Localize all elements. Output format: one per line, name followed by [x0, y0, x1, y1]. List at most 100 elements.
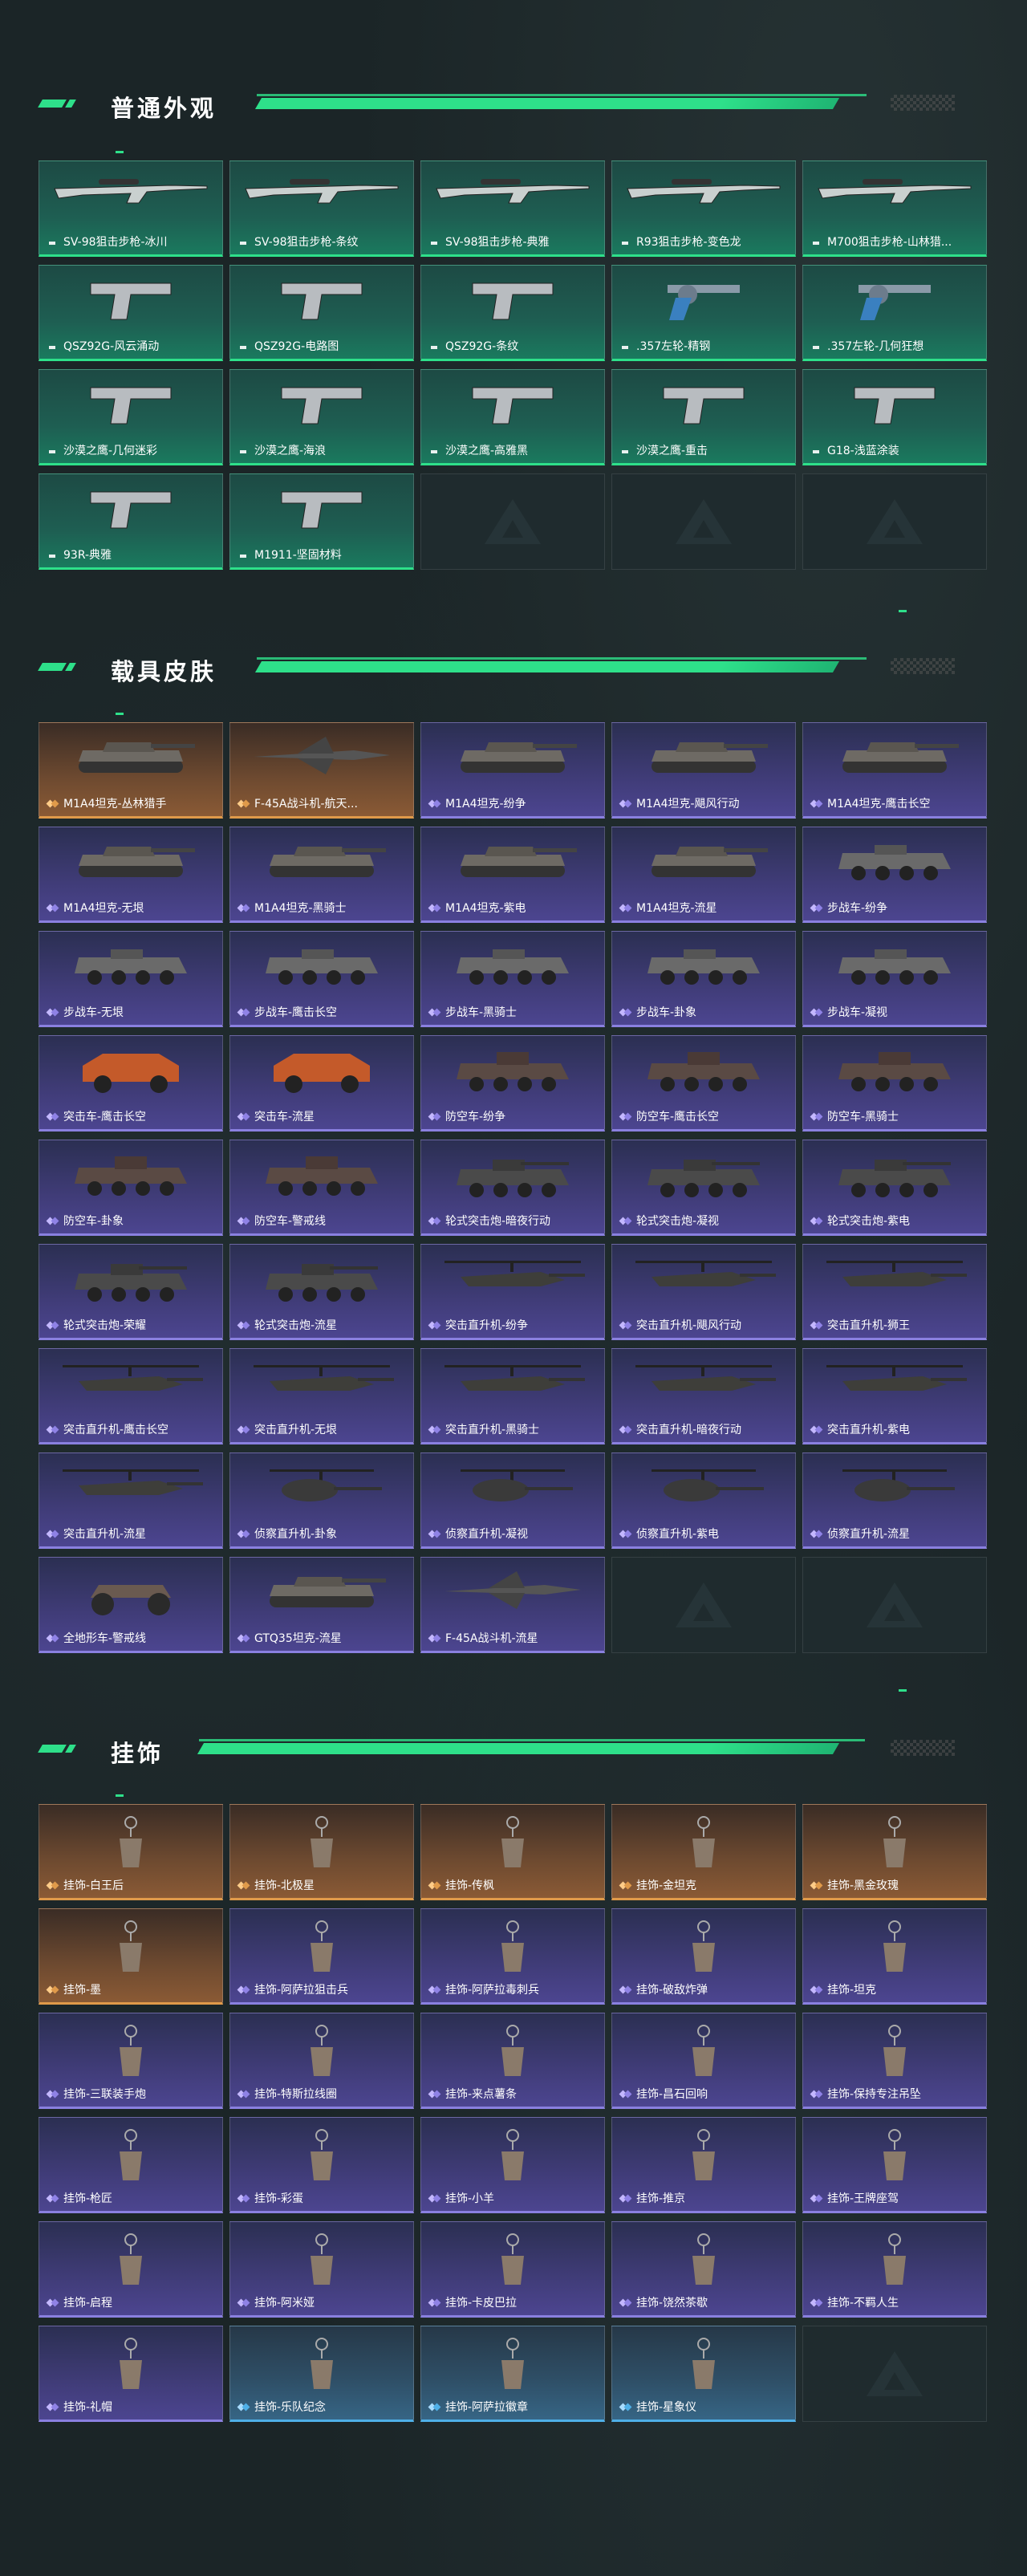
item-card[interactable]: 突击直升机-鹰击长空	[39, 1348, 223, 1444]
item-card[interactable]: 步战车-纷争	[802, 827, 987, 923]
item-card[interactable]: 全地形车-警戒线	[39, 1557, 223, 1653]
item-card[interactable]: 挂饰-破敌炸弹	[611, 1908, 796, 2005]
item-card[interactable]: 轮式突击炮-流星	[229, 1244, 414, 1340]
item-card[interactable]: 步战车-卦象	[611, 931, 796, 1027]
item-card[interactable]: 挂饰-金坦克	[611, 1804, 796, 1900]
item-card[interactable]: 挂饰-乐队纪念	[229, 2326, 414, 2422]
item-card[interactable]: 挂饰-坦克	[802, 1908, 987, 2005]
item-label: R93狙击步枪-变色龙	[636, 236, 741, 249]
item-card[interactable]: 轮式突击炮-凝视	[611, 1140, 796, 1236]
item-card[interactable]: 挂饰-墨	[39, 1908, 223, 2005]
item-card[interactable]: 挂饰-黑金玫瑰	[802, 1804, 987, 1900]
item-card[interactable]: 沙漠之鹰-几何迷彩	[39, 369, 223, 465]
item-card[interactable]: 沙漠之鹰-海浪	[229, 369, 414, 465]
item-card[interactable]: 挂饰-保持专注吊坠	[802, 2013, 987, 2109]
item-card[interactable]: 侦察直升机-凝视	[420, 1453, 605, 1549]
item-card[interactable]: 防空车-鹰击长空	[611, 1035, 796, 1132]
item-card[interactable]: M1A4坦克-丛林猎手	[39, 722, 223, 819]
item-card[interactable]: SV-98狙击步枪-典雅	[420, 160, 605, 257]
item-card[interactable]: 挂饰-启程	[39, 2221, 223, 2318]
item-card[interactable]: M1A4坦克-飓风行动	[611, 722, 796, 819]
item-card[interactable]: 突击直升机-流星	[39, 1453, 223, 1549]
item-card[interactable]: 步战车-无垠	[39, 931, 223, 1027]
charm-icon	[107, 1814, 155, 1883]
item-card[interactable]: QSZ92G-条纹	[420, 265, 605, 361]
item-label: GTQ35坦克-流星	[254, 1632, 342, 1645]
item-card[interactable]: 步战车-鹰击长空	[229, 931, 414, 1027]
item-card[interactable]: 挂饰-饶然茶歇	[611, 2221, 796, 2318]
item-card[interactable]: M1A4坦克-紫电	[420, 827, 605, 923]
item-card[interactable]: F-45A战斗机-流星	[420, 1557, 605, 1653]
item-card[interactable]: 挂饰-小羊	[420, 2117, 605, 2213]
item-card[interactable]: 挂饰-推京	[611, 2117, 796, 2213]
item-card[interactable]: 突击车-鹰击长空	[39, 1035, 223, 1132]
item-card[interactable]: 轮式突击炮-紫电	[802, 1140, 987, 1236]
item-card[interactable]: 沙漠之鹰-高雅黑	[420, 369, 605, 465]
item-card[interactable]: .357左轮-精钢	[611, 265, 796, 361]
item-card[interactable]: SV-98狙击步枪-冰川	[39, 160, 223, 257]
rarity-diamond-icon	[811, 1985, 821, 1995]
divider-tick	[116, 713, 124, 715]
item-card[interactable]: 挂饰-阿萨拉毒刺兵	[420, 1908, 605, 2005]
item-card[interactable]: R93狙击步枪-变色龙	[611, 160, 796, 257]
item-card[interactable]: 挂饰-星象仪	[611, 2326, 796, 2422]
item-card[interactable]: SV-98狙击步枪-条纹	[229, 160, 414, 257]
item-card[interactable]: 挂饰-阿萨拉狙击兵	[229, 1908, 414, 2005]
item-card[interactable]: 防空车-警戒线	[229, 1140, 414, 1236]
item-card[interactable]: 挂饰-王牌座驾	[802, 2117, 987, 2213]
item-card[interactable]: .357左轮-几何狂想	[802, 265, 987, 361]
item-card[interactable]: 步战车-凝视	[802, 931, 987, 1027]
item-card[interactable]: GTQ35坦克-流星	[229, 1557, 414, 1653]
item-card[interactable]: 轮式突击炮-荣耀	[39, 1244, 223, 1340]
item-card[interactable]: M1A4坦克-流星	[611, 827, 796, 923]
rarity-dot-icon	[813, 242, 819, 245]
item-card[interactable]: 挂饰-彩蛋	[229, 2117, 414, 2213]
item-card[interactable]: 挂饰-不羁人生	[802, 2221, 987, 2318]
item-card[interactable]: M1A4坦克-黑骑士	[229, 827, 414, 923]
item-card[interactable]: 挂饰-北极星	[229, 1804, 414, 1900]
item-card[interactable]: M1A4坦克-无垠	[39, 827, 223, 923]
item-label: 轮式突击炮-流星	[254, 1319, 338, 1332]
item-card[interactable]: 突击直升机-无垠	[229, 1348, 414, 1444]
item-label: M1911-坚固材料	[254, 549, 342, 562]
item-card[interactable]: 挂饰-昌石回响	[611, 2013, 796, 2109]
item-card[interactable]: M1911-坚固材料	[229, 473, 414, 570]
item-card[interactable]: 防空车-黑骑士	[802, 1035, 987, 1132]
assault-vehicle-icon	[262, 1046, 382, 1102]
item-card[interactable]: 挂饰-来点薯条	[420, 2013, 605, 2109]
item-card[interactable]: 突击直升机-飓风行动	[611, 1244, 796, 1340]
item-card[interactable]: 93R-典雅	[39, 473, 223, 570]
item-card[interactable]: 侦察直升机-流星	[802, 1453, 987, 1549]
item-card[interactable]: 突击车-流星	[229, 1035, 414, 1132]
item-card[interactable]: 防空车-纷争	[420, 1035, 605, 1132]
item-card[interactable]: QSZ92G-电路图	[229, 265, 414, 361]
item-card[interactable]: 挂饰-传枫	[420, 1804, 605, 1900]
item-card[interactable]: M700狙击步枪-山林猎...	[802, 160, 987, 257]
item-card[interactable]: M1A4坦克-纷争	[420, 722, 605, 819]
item-card[interactable]: 突击直升机-紫电	[802, 1348, 987, 1444]
item-card[interactable]: 挂饰-特斯拉线圈	[229, 2013, 414, 2109]
item-card[interactable]: 突击直升机-暗夜行动	[611, 1348, 796, 1444]
item-card[interactable]: 挂饰-卡皮巴拉	[420, 2221, 605, 2318]
item-card[interactable]: 防空车-卦象	[39, 1140, 223, 1236]
item-card[interactable]: 沙漠之鹰-重击	[611, 369, 796, 465]
item-card[interactable]: F-45A战斗机-航天...	[229, 722, 414, 819]
item-card[interactable]: 挂饰-礼帽	[39, 2326, 223, 2422]
item-card[interactable]: 挂饰-阿米娅	[229, 2221, 414, 2318]
item-card[interactable]: G18-浅蓝涂装	[802, 369, 987, 465]
item-card[interactable]: 挂饰-枪匠	[39, 2117, 223, 2213]
item-card[interactable]: 突击直升机-纷争	[420, 1244, 605, 1340]
item-card[interactable]: 轮式突击炮-暗夜行动	[420, 1140, 605, 1236]
item-card[interactable]: 侦察直升机-卦象	[229, 1453, 414, 1549]
item-card[interactable]: 突击直升机-黑骑士	[420, 1348, 605, 1444]
item-card[interactable]: 侦察直升机-紫电	[611, 1453, 796, 1549]
item-card[interactable]: 步战车-黑骑士	[420, 931, 605, 1027]
item-card[interactable]: M1A4坦克-鹰击长空	[802, 722, 987, 819]
item-card[interactable]: 挂饰-阿萨拉徽章	[420, 2326, 605, 2422]
item-card[interactable]: 突击直升机-狮王	[802, 1244, 987, 1340]
charm-icon	[298, 2127, 346, 2196]
item-card[interactable]: 挂饰-三联装手炮	[39, 2013, 223, 2109]
rarity-diamond-icon	[238, 904, 248, 913]
item-card[interactable]: 挂饰-白王后	[39, 1804, 223, 1900]
item-card[interactable]: QSZ92G-风云涌动	[39, 265, 223, 361]
